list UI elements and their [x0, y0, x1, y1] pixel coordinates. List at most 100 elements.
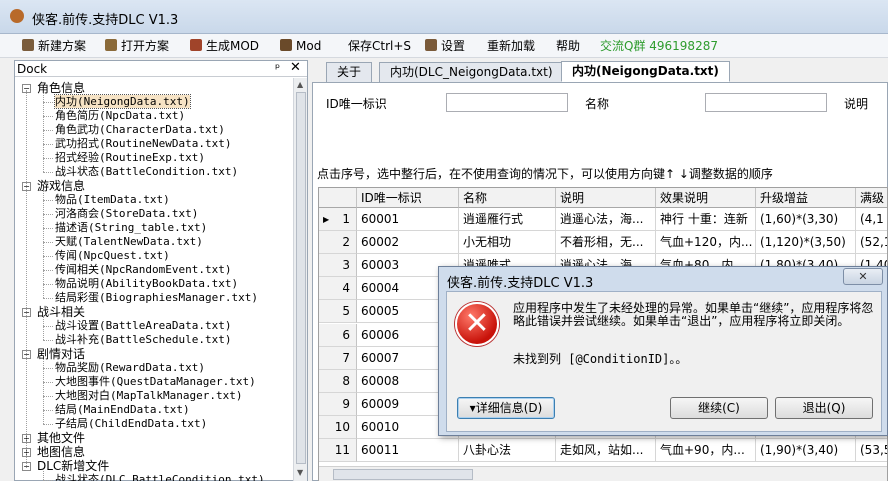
id-filter-input[interactable]: [446, 93, 568, 112]
menu-item-6[interactable]: 设置: [425, 38, 465, 54]
menu-item-1[interactable]: 新建方案: [22, 38, 86, 54]
tree-item[interactable]: 角色简历(NpcData.txt): [43, 109, 185, 123]
row-header[interactable]: 7: [319, 346, 357, 370]
close-icon[interactable]: ✕: [290, 60, 301, 75]
details-button[interactable]: ▾详细信息(D): [457, 397, 555, 419]
menu-item-9[interactable]: 交流Q群 496198287: [600, 38, 718, 54]
tree-item[interactable]: 结局(MainEndData.txt): [43, 403, 190, 417]
menu-item-2[interactable]: 打开方案: [105, 38, 169, 54]
tree-item[interactable]: 内功(NeigongData.txt): [43, 94, 191, 109]
tree-item[interactable]: 物品奖励(RewardData.txt): [43, 361, 205, 375]
tree-connector: [43, 382, 53, 383]
scroll-up-icon[interactable]: ▲: [297, 80, 303, 89]
column-header[interactable]: 效果说明: [656, 188, 756, 208]
table-cell[interactable]: 气血+90，内...: [656, 439, 756, 462]
row-number: 6: [342, 327, 350, 342]
table-cell[interactable]: 气血+120，内...: [656, 231, 756, 255]
row-header[interactable]: 9: [319, 392, 357, 416]
tree-group[interactable]: − 战斗相关: [22, 305, 85, 319]
table-cell[interactable]: (4,1: [856, 208, 887, 231]
tree-item[interactable]: 战斗状态(DLC BattleCondition.txt): [43, 473, 265, 481]
table-cell[interactable]: 60001: [357, 208, 459, 231]
tree-item[interactable]: 天赋(TalentNewData.txt): [43, 235, 203, 249]
tree-item[interactable]: 传闻(NpcQuest.txt): [43, 249, 170, 263]
menu-item-3[interactable]: 生成MOD: [190, 38, 259, 54]
tree-item[interactable]: 大地图事件(QuestDataManager.txt): [43, 375, 256, 389]
tree-label: 河洛商会(StoreData.txt): [55, 207, 199, 220]
menu-item-5[interactable]: 保存Ctrl+S: [348, 38, 411, 54]
tree-item[interactable]: 战斗补充(BattleSchedule.txt): [43, 333, 231, 347]
row-header[interactable]: ▶ 1: [319, 208, 357, 231]
row-header[interactable]: 5: [319, 300, 357, 324]
menu-item-4[interactable]: Mod: [280, 38, 321, 54]
column-header[interactable]: ID唯一标识: [357, 188, 459, 208]
scroll-down-icon[interactable]: ▼: [297, 468, 303, 477]
grid-corner[interactable]: [319, 188, 357, 208]
table-cell[interactable]: 走如风，站如...: [556, 439, 656, 462]
tree-item[interactable]: 战斗状态(BattleCondition.txt): [43, 165, 239, 179]
table-cell[interactable]: 60002: [357, 231, 459, 255]
tree-group[interactable]: − 游戏信息: [22, 179, 86, 193]
row-number: 2: [342, 235, 350, 250]
grid-horizontal-scrollbar[interactable]: [319, 466, 887, 481]
row-header[interactable]: 3: [319, 254, 357, 278]
tree-item[interactable]: 河洛商会(StoreData.txt): [43, 207, 199, 221]
column-header[interactable]: 升级增益: [756, 188, 856, 208]
tree-item[interactable]: 武功招式(RoutineNewData.txt): [43, 137, 231, 151]
table-cell[interactable]: 八卦心法: [459, 439, 556, 462]
table-cell[interactable]: 逍遥心法，海...: [556, 208, 656, 231]
menu-item-8[interactable]: 帮助: [556, 38, 580, 54]
tree-item[interactable]: 传闻相关(NpcRandomEvent.txt): [43, 263, 232, 277]
table-cell[interactable]: (1,60)*(3,30): [756, 208, 856, 231]
table-cell[interactable]: 不着形相，无...: [556, 231, 656, 255]
row-header[interactable]: 4: [319, 277, 357, 301]
pin-icon[interactable]: ᵖ: [275, 61, 280, 75]
table-cell[interactable]: 60011: [357, 439, 459, 462]
tree-item[interactable]: 结局彩蛋(BiographiesManager.txt): [43, 291, 258, 305]
tree-label: 传闻相关(NpcRandomEvent.txt): [55, 263, 232, 276]
tab-2[interactable]: 内功(DLC_NeigongData.txt): [379, 62, 564, 83]
continue-button[interactable]: 继续(C): [670, 397, 768, 419]
table-cell[interactable]: (52,1: [856, 231, 887, 255]
table-cell[interactable]: 神行 十重：连新: [656, 208, 756, 231]
tree-guide: [43, 359, 44, 424]
table-cell[interactable]: (1,120)*(3,50): [756, 231, 856, 255]
tree-group[interactable]: + 地图信息: [22, 445, 85, 459]
row-header[interactable]: 6: [319, 323, 357, 347]
dock-scrollbar[interactable]: ▲ ▼: [293, 78, 307, 481]
row-header[interactable]: 2: [319, 231, 357, 255]
column-header[interactable]: 名称: [459, 188, 556, 208]
tree-group[interactable]: − 角色信息: [22, 81, 85, 95]
tree-item[interactable]: 物品(ItemData.txt): [43, 193, 170, 207]
tab-1[interactable]: 关于: [326, 62, 373, 83]
table-cell[interactable]: 逍遥雁行式: [459, 208, 556, 231]
menu-item-7[interactable]: 重新加载: [487, 38, 535, 54]
row-header[interactable]: 8: [319, 369, 357, 393]
table-cell[interactable]: (53,5: [856, 439, 887, 462]
grid-scroll-thumb[interactable]: [333, 469, 473, 480]
tree-item[interactable]: 描述语(String_table.txt): [43, 221, 207, 235]
column-header[interactable]: 说明: [556, 188, 656, 208]
tree-group[interactable]: + 其他文件: [22, 431, 85, 445]
tree-label: 战斗状态(BattleCondition.txt): [55, 165, 239, 178]
scroll-thumb[interactable]: [296, 92, 306, 464]
dialog-close-icon[interactable]: ✕: [843, 268, 883, 285]
tree-item[interactable]: 物品说明(AbilityBookData.txt): [43, 277, 238, 291]
tree-item[interactable]: 角色武功(CharacterData.txt): [43, 123, 225, 137]
column-header[interactable]: 满级: [856, 188, 887, 208]
table-cell[interactable]: 小无相功: [459, 231, 556, 255]
quit-button[interactable]: 退出(Q): [775, 397, 873, 419]
tab-3[interactable]: 内功(NeigongData.txt): [561, 61, 730, 82]
name-filter-input[interactable]: [705, 93, 827, 112]
tree-item[interactable]: 战斗设置(BattleAreaData.txt): [43, 319, 231, 333]
tree-item[interactable]: 大地图对白(MapTalkManager.txt): [43, 389, 242, 403]
row-header[interactable]: 11: [319, 439, 357, 462]
tree-label: 游戏信息: [37, 179, 86, 193]
tree-group[interactable]: − DLC新增文件: [22, 459, 109, 473]
current-row-icon: ▶: [323, 215, 330, 224]
tree-group[interactable]: − 剧情对话: [22, 347, 85, 361]
tree-item[interactable]: 招式经验(RoutineExp.txt): [43, 151, 205, 165]
row-header[interactable]: 10: [319, 415, 357, 439]
tree-item[interactable]: 子结局(ChildEndData.txt): [43, 417, 207, 431]
table-cell[interactable]: (1,90)*(3,40): [756, 439, 856, 462]
